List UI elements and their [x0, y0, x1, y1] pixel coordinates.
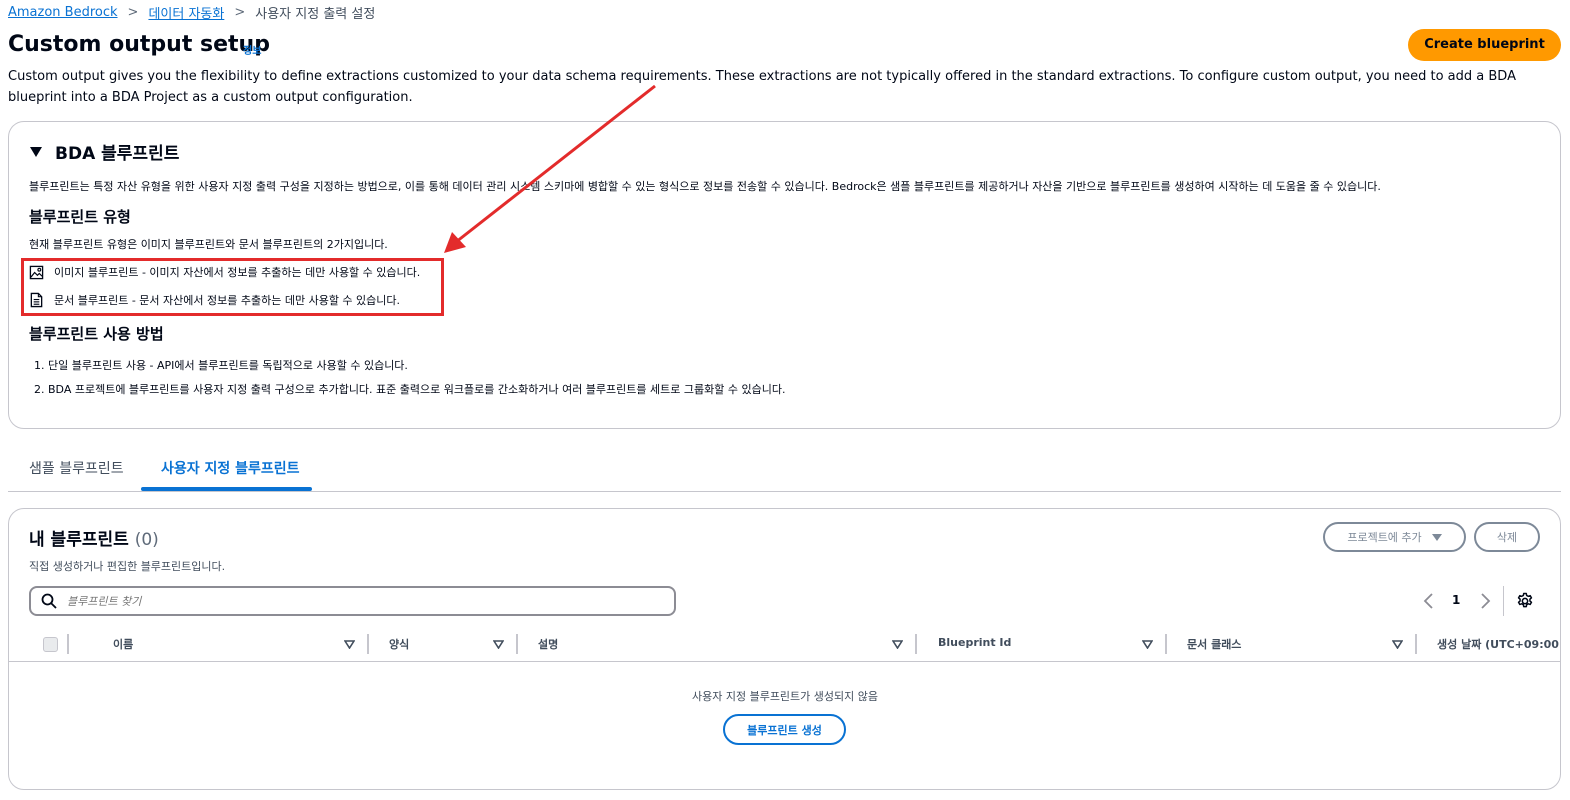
search-field[interactable] — [29, 586, 676, 616]
empty-state-message: 사용자 지정 블루프린트가 생성되지 않음 — [691, 690, 879, 703]
create-blueprint-empty-button[interactable]: 블루프린트 생성 — [723, 714, 846, 745]
delete-button[interactable]: 삭제 — [1474, 522, 1540, 552]
column-header-name[interactable]: 이름 — [113, 636, 133, 652]
breadcrumb-link-data-automation[interactable]: 데이터 자동화 — [148, 3, 224, 22]
sort-caret-icon[interactable] — [892, 639, 903, 649]
chevron-right-icon: > — [127, 5, 139, 20]
tab-custom-blueprints[interactable]: 사용자 지정 블루프린트 — [161, 458, 300, 478]
column-divider[interactable] — [1165, 634, 1167, 654]
blueprint-usage-heading: 블루프린트 사용 방법 — [29, 325, 164, 343]
bda-description: 블루프린트는 특정 자산 유형을 위한 사용자 지정 출력 구성을 지정하는 방… — [29, 180, 1381, 193]
annotation-highlight-box — [21, 258, 444, 316]
page-title: Custom output setup — [8, 32, 270, 57]
bda-panel-header[interactable]: BDA 블루프린트 — [30, 139, 179, 164]
chevron-left-icon[interactable] — [1422, 592, 1436, 610]
my-blueprints-title: 내 블루프린트 (0) — [29, 525, 159, 550]
caret-down-icon[interactable] — [30, 146, 42, 157]
breadcrumb-current: 사용자 지정 출력 설정 — [255, 7, 376, 22]
blueprint-tabs: 샘플 블루프린트 사용자 지정 블루프린트 — [8, 452, 1561, 492]
sort-caret-icon[interactable] — [344, 639, 355, 649]
column-header-created-date[interactable]: 생성 날짜 (UTC+09:00) — [1437, 636, 1559, 652]
create-blueprint-button[interactable]: Create blueprint — [1408, 29, 1561, 61]
column-divider[interactable] — [915, 634, 917, 654]
sort-caret-icon[interactable] — [1142, 639, 1153, 649]
column-header-description[interactable]: 설명 — [538, 636, 558, 652]
blueprint-types-intro: 현재 블루프린트 유형은 이미지 블루프린트와 문서 블루프린트의 2가지입니다… — [29, 238, 388, 251]
search-icon — [41, 593, 57, 609]
info-link[interactable]: 정보 — [243, 42, 261, 57]
tab-sample-blueprints[interactable]: 샘플 블루프린트 — [29, 458, 124, 478]
my-blueprints-subtitle: 직접 생성하거나 편집한 블루프린트입니다. — [29, 560, 226, 573]
select-all-checkbox[interactable] — [43, 637, 58, 652]
chevron-right-icon[interactable] — [1478, 592, 1492, 610]
chevron-right-icon: > — [234, 5, 246, 20]
usage-item-1: 1. 단일 블루프린트 사용 - API에서 블루프린트를 독립적으로 사용할 … — [34, 359, 408, 372]
pager-divider — [1503, 586, 1504, 616]
column-divider[interactable] — [516, 634, 518, 654]
breadcrumb: Amazon Bedrock > 데이터 자동화 > 사용자 지정 출력 설정 — [8, 3, 375, 22]
column-divider[interactable] — [1415, 634, 1417, 654]
column-divider[interactable] — [367, 634, 369, 654]
table-header-row: 이름 양식 설명 Blueprint Id 문서 클래스 생성 날짜 (UTC+… — [9, 629, 1560, 662]
add-to-project-button[interactable]: 프로젝트에 추가 — [1323, 522, 1466, 552]
usage-item-2: 2. BDA 프로젝트에 블루프린트를 사용자 지정 출력 구성으로 추가합니다… — [34, 383, 786, 396]
add-to-project-label: 프로젝트에 추가 — [1347, 531, 1422, 544]
search-input[interactable] — [67, 594, 647, 608]
column-header-format[interactable]: 양식 — [389, 636, 409, 652]
sort-caret-icon[interactable] — [1392, 639, 1403, 649]
active-tab-indicator — [141, 487, 312, 491]
breadcrumb-link-bedrock[interactable]: Amazon Bedrock — [8, 5, 118, 20]
column-divider[interactable] — [67, 634, 69, 654]
column-header-blueprint-id[interactable]: Blueprint Id — [938, 636, 1011, 649]
bda-panel-title: BDA 블루프린트 — [55, 144, 180, 164]
gear-icon[interactable] — [1516, 592, 1534, 610]
page-description: Custom output gives you the flexibility … — [8, 69, 1516, 105]
my-blueprints-title-text: 내 블루프린트 — [29, 530, 129, 550]
column-header-document-class[interactable]: 문서 클래스 — [1187, 636, 1241, 652]
my-blueprints-count: (0) — [134, 530, 159, 550]
blueprint-types-heading: 블루프린트 유형 — [29, 208, 131, 226]
caret-down-icon — [1431, 533, 1442, 541]
sort-caret-icon[interactable] — [493, 639, 504, 649]
page-number[interactable]: 1 — [1452, 593, 1460, 607]
